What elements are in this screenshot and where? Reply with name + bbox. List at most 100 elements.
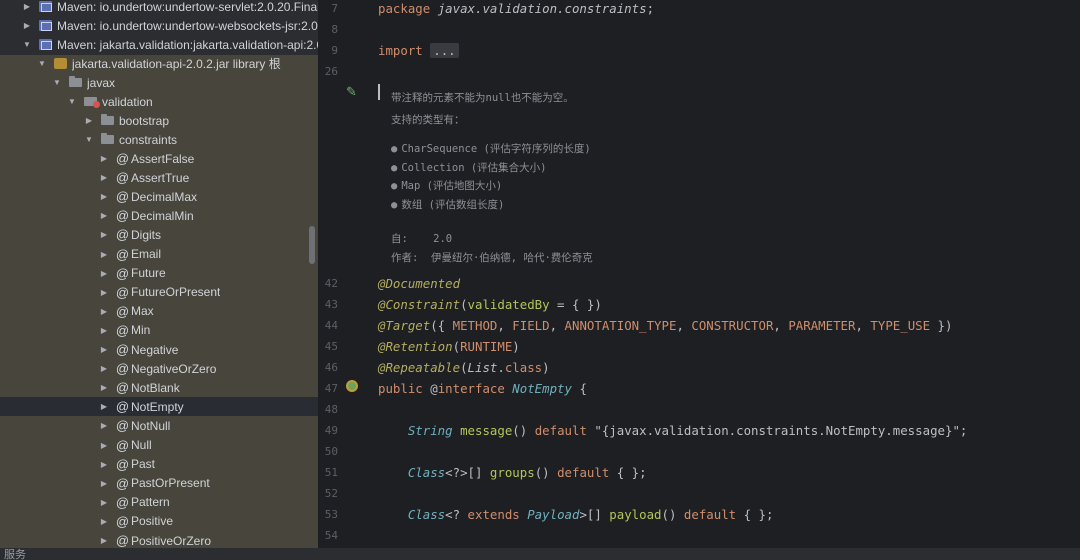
tree-item-digits[interactable]: ▶ @ Digits — [0, 225, 318, 244]
tree-item-validation[interactable]: ▼ validation — [0, 92, 318, 111]
tree-item-pattern[interactable]: ▶ @ Pattern — [0, 493, 318, 512]
tree-item-notnull[interactable]: ▶ @ NotNull — [0, 416, 318, 435]
chevron-right-icon[interactable]: ▶ — [99, 402, 109, 411]
chevron-right-icon[interactable]: ▶ — [99, 288, 109, 297]
chevron-right-icon[interactable]: ▶ — [99, 269, 109, 278]
tree-item-undertow-websockets[interactable]: ▶ Maven: io.undertow:undertow-websockets… — [0, 16, 318, 35]
tree-item-negativeorzero[interactable]: ▶ @ NegativeOrZero — [0, 359, 318, 378]
tree-item-javax[interactable]: ▼ javax — [0, 73, 318, 92]
code-line[interactable]: @Retention(RUNTIME) — [378, 339, 520, 354]
keyword: class — [504, 360, 543, 375]
code-editor[interactable]: 7 8 9 26 42 43 44 45 46 47 48 49 50 51 5… — [318, 0, 1080, 548]
tree-item-label: NegativeOrZero — [131, 361, 217, 376]
punct: { — [571, 381, 587, 396]
tree-item-jakarta-validation[interactable]: ▼ Maven: jakarta.validation:jakarta.vali… — [0, 35, 318, 54]
implemented-gutter-icon[interactable] — [346, 380, 358, 392]
tree-item-undertow-servlet[interactable]: ▶ Maven: io.undertow:undertow-servlet:2.… — [0, 0, 318, 16]
chevron-right-icon[interactable]: ▶ — [99, 383, 109, 392]
bullet-icon: ● — [391, 180, 398, 192]
chevron-right-icon[interactable]: ▶ — [22, 2, 32, 11]
line-number: 49 — [324, 424, 338, 437]
tree-item-future[interactable]: ▶ @ Future — [0, 264, 318, 283]
chevron-down-icon[interactable]: ▼ — [37, 59, 47, 68]
annotation-icon: @ — [115, 380, 130, 396]
code-line[interactable]: @Constraint(validatedBy = { }) — [378, 297, 602, 312]
code-line[interactable]: @Target({ METHOD, FIELD, ANNOTATION_TYPE… — [378, 318, 952, 333]
tree-item-constraints[interactable]: ▼ constraints — [0, 130, 318, 149]
package-name: javax.validation.constraints — [437, 1, 647, 16]
tree-item-decimalmax[interactable]: ▶ @ DecimalMax — [0, 187, 318, 206]
chevron-right-icon[interactable]: ▶ — [99, 536, 109, 545]
annotation-icon: @ — [115, 189, 130, 205]
tree-item-pastorpresent[interactable]: ▶ @ PastOrPresent — [0, 474, 318, 493]
import-fold[interactable]: ... — [430, 43, 459, 58]
pencil-icon[interactable]: ✎ — [346, 85, 360, 100]
chevron-down-icon[interactable]: ▼ — [84, 135, 94, 144]
chevron-right-icon[interactable]: ▶ — [84, 116, 94, 125]
tree-item-past[interactable]: ▶ @ Past — [0, 455, 318, 474]
string-literal: "{javax.validation.constraints.NotEmpty.… — [594, 423, 960, 438]
tree-item-positiveorzero[interactable]: ▶ @ PositiveOrZero — [0, 531, 318, 548]
tree-item-label: jakarta.validation-api-2.0.2.jar library… — [72, 57, 281, 71]
code-line[interactable]: String message() default "{javax.validat… — [378, 423, 968, 438]
code-line[interactable]: package javax.validation.constraints; — [378, 1, 654, 16]
chevron-right-icon[interactable]: ▶ — [99, 517, 109, 526]
tree-item-assertfalse[interactable]: ▶ @ AssertFalse — [0, 149, 318, 168]
tree-item-jar[interactable]: ▼ jakarta.validation-api-2.0.2.jar libra… — [0, 54, 318, 73]
tree-item-label: Max — [131, 304, 154, 319]
target-value: TYPE_USE — [870, 318, 931, 333]
doc-since-value: 2.0 — [433, 233, 453, 245]
tree-item-null[interactable]: ▶ @ Null — [0, 436, 318, 455]
tree-item-label: AssertFalse — [131, 151, 195, 166]
chevron-right-icon[interactable]: ▶ — [99, 441, 109, 450]
chevron-down-icon[interactable]: ▼ — [67, 97, 77, 106]
chevron-right-icon[interactable]: ▶ — [99, 154, 109, 163]
code-line[interactable]: Class<? extends Payload>[] payload() def… — [378, 507, 774, 522]
tree-item-notempty[interactable]: ▶ @ NotEmpty — [0, 397, 318, 417]
chevron-down-icon[interactable]: ▼ — [52, 78, 62, 87]
tree-item-decimalmin[interactable]: ▶ @ DecimalMin — [0, 206, 318, 225]
doc-bullet-text: Collection (评估集合大小) — [401, 162, 547, 174]
library-icon — [39, 39, 52, 50]
chevron-right-icon[interactable]: ▶ — [99, 211, 109, 220]
chevron-right-icon[interactable]: ▶ — [22, 21, 32, 30]
annotation-icon: @ — [115, 303, 130, 319]
chevron-down-icon[interactable]: ▼ — [22, 40, 32, 49]
code-line[interactable]: import ... — [378, 43, 459, 58]
tree-item-notblank[interactable]: ▶ @ NotBlank — [0, 378, 318, 397]
target-value: ANNOTATION_TYPE — [564, 318, 677, 333]
chevron-right-icon[interactable]: ▶ — [99, 345, 109, 354]
chevron-right-icon[interactable]: ▶ — [99, 230, 109, 239]
chevron-right-icon[interactable]: ▶ — [99, 364, 109, 373]
chevron-right-icon[interactable]: ▶ — [99, 250, 109, 259]
chevron-right-icon[interactable]: ▶ — [99, 307, 109, 316]
code-line[interactable]: public @interface NotEmpty { — [378, 381, 587, 396]
chevron-right-icon[interactable]: ▶ — [99, 460, 109, 469]
chevron-right-icon[interactable]: ▶ — [99, 326, 109, 335]
tree-item-max[interactable]: ▶ @ Max — [0, 302, 318, 321]
chevron-right-icon[interactable]: ▶ — [99, 498, 109, 507]
project-tree[interactable]: ▶ Maven: io.undertow:undertow-servlet:2.… — [0, 0, 318, 548]
tree-item-min[interactable]: ▶ @ Min — [0, 321, 318, 340]
chevron-right-icon[interactable]: ▶ — [99, 479, 109, 488]
tree-item-asserttrue[interactable]: ▶ @ AssertTrue — [0, 168, 318, 187]
code-line[interactable]: Class<?>[] groups() default { }; — [378, 465, 647, 480]
chevron-right-icon[interactable]: ▶ — [99, 173, 109, 182]
method-name: payload — [609, 507, 662, 522]
status-bar: 服务 — [0, 548, 1080, 560]
annotation-icon: @ — [115, 456, 130, 472]
tree-item-bootstrap[interactable]: ▶ bootstrap — [0, 111, 318, 130]
tree-item-label: Maven: io.undertow:undertow-servlet:2.0.… — [57, 0, 318, 14]
tree-item-email[interactable]: ▶ @ Email — [0, 245, 318, 264]
code-line[interactable]: @Repeatable(List.class) — [378, 360, 550, 375]
tree-scrollbar[interactable] — [309, 226, 315, 264]
tree-item-futureorpresent[interactable]: ▶ @ FutureOrPresent — [0, 283, 318, 302]
punct: = { }) — [549, 297, 602, 312]
tree-item-negative[interactable]: ▶ @ Negative — [0, 340, 318, 359]
doc-bullet-text: Map (评估地图大小) — [401, 180, 503, 192]
chevron-right-icon[interactable]: ▶ — [99, 421, 109, 430]
tree-item-positive[interactable]: ▶ @ Positive — [0, 512, 318, 531]
chevron-right-icon[interactable]: ▶ — [99, 192, 109, 201]
code-line[interactable]: @Documented — [378, 276, 460, 291]
tree-item-label: bootstrap — [119, 113, 170, 128]
